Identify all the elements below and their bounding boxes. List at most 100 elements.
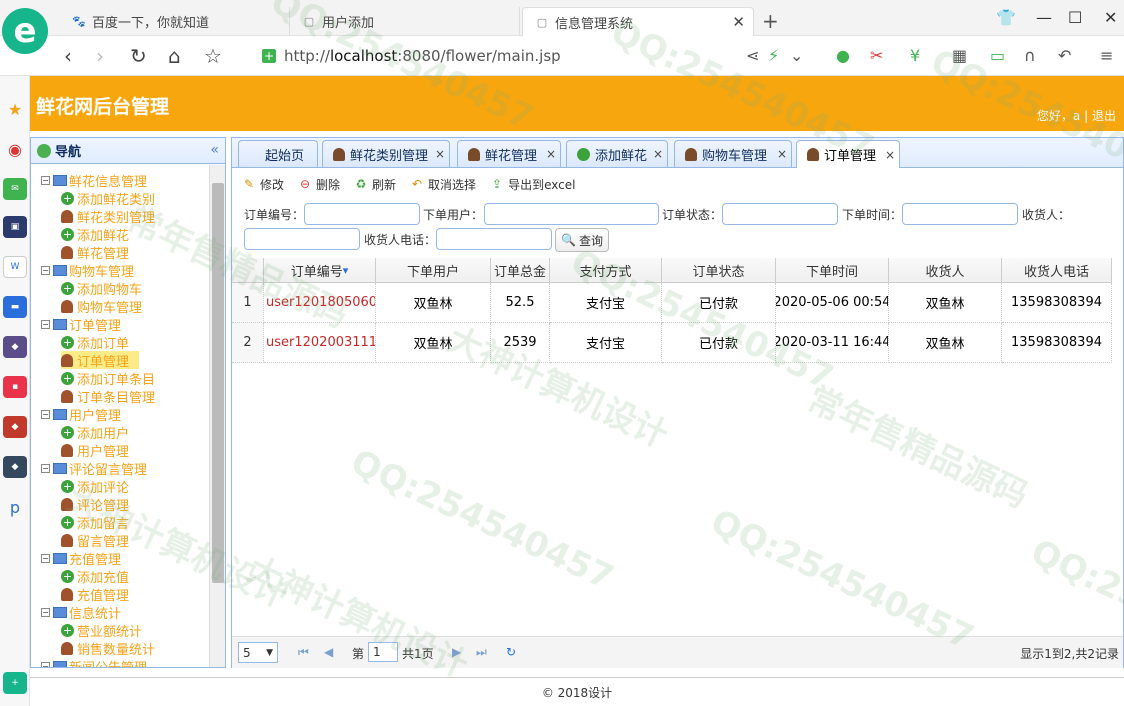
undo-icon[interactable]: ↶ <box>1058 46 1071 65</box>
column-header[interactable]: 订单编号 ▾ <box>264 258 376 283</box>
star-icon[interactable]: ☆ <box>204 44 222 68</box>
close-window-icon[interactable]: ✕ <box>1104 8 1117 27</box>
new-tab-icon[interactable]: + <box>762 9 779 33</box>
bolt-icon[interactable]: ⚡ <box>768 46 779 65</box>
nav-item[interactable]: 销售数量统计 <box>61 639 155 658</box>
nav-item[interactable]: + 营业额统计 <box>61 621 142 640</box>
page-number-input[interactable]: 1 <box>368 642 398 662</box>
page-size-select[interactable]: 5 ▼ <box>238 642 278 663</box>
collapse-toggle-icon[interactable]: − <box>41 265 50 275</box>
tab-flower-category[interactable]: 鲜花类别管理 × <box>322 140 450 167</box>
doc-icon[interactable]: W <box>3 256 27 278</box>
battery-icon[interactable]: ▭ <box>990 46 1005 65</box>
nav-item[interactable]: 订单管理 <box>61 351 140 370</box>
nav-item[interactable]: 用户管理 <box>61 441 129 460</box>
nav-scrollbar[interactable] <box>209 165 225 667</box>
order-time-input[interactable] <box>902 203 1018 225</box>
collapse-toggle-icon[interactable]: − <box>41 553 50 563</box>
tab-order[interactable]: 订单管理 × <box>796 140 900 168</box>
tab-flower[interactable]: 鲜花管理 × <box>457 140 561 167</box>
reload-icon[interactable]: ↻ <box>130 44 147 68</box>
minimize-icon[interactable]: — <box>1036 8 1052 27</box>
nav-group[interactable]: − 鲜花信息管理 <box>41 171 147 190</box>
share-icon[interactable]: ⋖ <box>746 46 759 65</box>
table-row[interactable]: 1user120180506005双鱼林52.5支付宝已付款2020-05-06… <box>232 283 1112 323</box>
browser-tab-info-system[interactable]: ▢ 信息管理系统 ✕ <box>522 7 754 36</box>
close-tab-icon[interactable]: × <box>653 147 663 161</box>
nav-group[interactable]: − 购物车管理 <box>41 261 134 280</box>
nav-group[interactable]: − 充值管理 <box>41 549 121 568</box>
nav-item[interactable]: + 添加订单条目 <box>61 369 155 388</box>
order-no-input[interactable] <box>304 203 420 225</box>
tab-home[interactable]: 起始页 <box>238 140 318 167</box>
nav-item[interactable]: + 添加充值 <box>61 567 129 586</box>
game3-icon[interactable]: ◆ <box>3 456 27 478</box>
close-tab-icon[interactable]: × <box>885 148 895 162</box>
query-button[interactable]: 🔍 查询 <box>555 228 609 252</box>
deselect-button[interactable]: ↶ 取消选择 <box>410 176 476 193</box>
nav-item[interactable]: + 添加留言 <box>61 513 129 532</box>
close-tab-icon[interactable]: × <box>777 147 787 161</box>
column-header[interactable]: 订单状态 <box>662 258 776 283</box>
prev-page-icon[interactable]: ◀ <box>324 645 333 659</box>
column-header[interactable]: 收货人 <box>889 258 1002 283</box>
dropdown-icon[interactable]: ⌄ <box>790 46 803 65</box>
menu-icon[interactable]: ≡ <box>1100 46 1113 65</box>
p-app-icon[interactable]: p <box>3 496 27 518</box>
order-user-input[interactable] <box>484 203 659 225</box>
column-header[interactable]: 订单总金 <box>491 258 550 283</box>
nav-item[interactable]: + 添加鲜花类别 <box>61 189 155 208</box>
refresh-button[interactable]: ♻ 刷新 <box>354 176 396 193</box>
close-tab-icon[interactable]: ✕ <box>732 13 745 31</box>
collapse-toggle-icon[interactable]: − <box>41 607 50 617</box>
collapse-toggle-icon[interactable]: − <box>41 409 50 419</box>
collapse-toggle-icon[interactable]: − <box>41 463 50 473</box>
maximize-icon[interactable]: ☐ <box>1068 8 1082 27</box>
tab-cart[interactable]: 购物车管理 × <box>674 140 792 167</box>
delete-button[interactable]: ⊖ 删除 <box>298 176 340 193</box>
browser-tab-baidu[interactable]: 🐾 百度一下，你就知道 <box>60 7 290 36</box>
headphones-icon[interactable]: ∩ <box>1024 46 1036 65</box>
nav-item[interactable]: + 添加购物车 <box>61 279 142 298</box>
browser-tab-user-add[interactable]: ▢ 用户添加 <box>290 7 520 36</box>
collapse-icon[interactable]: « <box>210 142 219 158</box>
tab-add-flower[interactable]: 添加鲜花 × <box>566 140 668 167</box>
money-icon[interactable]: ¥ <box>910 46 920 65</box>
home-icon[interactable]: ⌂ <box>168 44 181 68</box>
column-header[interactable]: 支付方式 <box>550 258 662 283</box>
nav-item[interactable]: 订单条目管理 <box>61 387 155 406</box>
receiver-phone-input[interactable] <box>436 228 552 250</box>
order-status-input[interactable] <box>722 203 838 225</box>
chat-icon[interactable]: ▬ <box>3 296 27 318</box>
nav-item[interactable]: 鲜花类别管理 <box>61 207 155 226</box>
nav-item[interactable]: + 添加订单 <box>61 333 129 352</box>
next-page-icon[interactable]: ▶ <box>452 645 461 659</box>
nav-item[interactable]: 鲜花管理 <box>61 243 129 262</box>
export-button[interactable]: ⇪ 导出到excel <box>490 176 575 193</box>
app-icon[interactable]: ▣ <box>3 216 27 238</box>
table-row[interactable]: 2user120200311164双鱼林2539支付宝已付款2020-03-11… <box>232 323 1112 363</box>
edit-button[interactable]: ✎ 修改 <box>242 176 284 193</box>
nav-group[interactable]: − 信息统计 <box>41 603 121 622</box>
mail-icon[interactable]: ✉ <box>3 178 27 200</box>
close-tab-icon[interactable]: × <box>546 147 556 161</box>
add-app-icon[interactable]: + <box>3 672 27 694</box>
shield-icon[interactable]: ● <box>836 46 850 65</box>
column-header[interactable]: 下单用户 <box>376 258 491 283</box>
close-tab-icon[interactable]: × <box>435 147 445 161</box>
nav-item[interactable]: + 添加评论 <box>61 477 129 496</box>
nav-item[interactable]: 购物车管理 <box>61 297 142 316</box>
reload-grid-icon[interactable]: ↻ <box>506 645 516 659</box>
url-bar[interactable]: + http://localhost:8080/flower/main.jsp <box>262 44 722 68</box>
back-icon[interactable]: ‹ <box>64 44 72 68</box>
nav-item[interactable]: 评论管理 <box>61 495 129 514</box>
nav-item[interactable]: 留言管理 <box>61 531 129 550</box>
favorites-star-icon[interactable]: ★ <box>3 98 27 120</box>
logout-link[interactable]: 退出 <box>1092 109 1116 123</box>
game-icon[interactable]: ◆ <box>3 336 27 358</box>
nav-group[interactable]: − 评论留言管理 <box>41 459 147 478</box>
first-page-icon[interactable]: ⏮ <box>298 645 309 660</box>
column-header[interactable]: 收货人电话 <box>1002 258 1112 283</box>
nav-item[interactable]: 充值管理 <box>61 585 129 604</box>
nav-group[interactable]: − 订单管理 <box>41 315 121 334</box>
